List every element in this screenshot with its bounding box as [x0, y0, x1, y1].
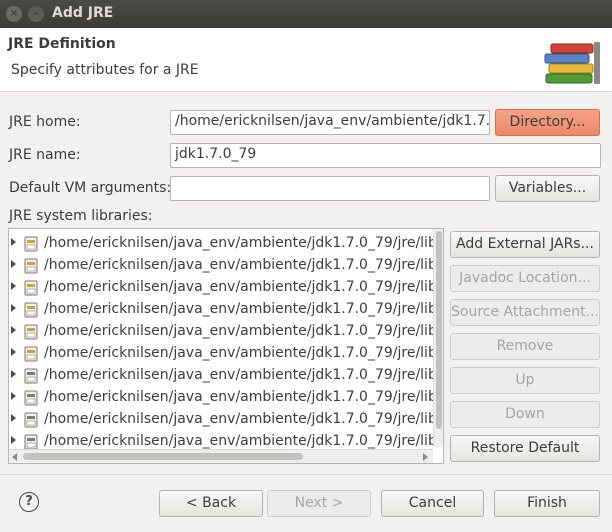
jar-icon [24, 258, 38, 274]
scroll-left-icon[interactable] [12, 453, 17, 461]
restore-default-button[interactable]: Restore Default [450, 435, 600, 462]
vertical-scroll-thumb[interactable] [436, 231, 442, 429]
library-path: /home/ericknilsen/java_env/ambiente/jdk1… [44, 301, 437, 317]
wizard-header: JRE Definition Specify attributes for a … [0, 28, 612, 92]
back-button[interactable]: < Back [159, 490, 263, 517]
next-button[interactable]: Next > [267, 490, 371, 517]
expand-arrow-icon[interactable] [11, 436, 16, 444]
javadoc-location-button[interactable]: Javadoc Location... [450, 265, 600, 292]
library-row[interactable]: /home/ericknilsen/java_env/ambiente/jdk1… [9, 321, 437, 343]
expand-arrow-icon[interactable] [11, 260, 16, 268]
jar-icon [24, 412, 38, 428]
library-row[interactable]: /home/ericknilsen/java_env/ambiente/jdk1… [9, 299, 437, 321]
vm-args-label: Default VM arguments: [9, 180, 172, 196]
libraries-list[interactable]: /home/ericknilsen/java_env/ambiente/jdk1… [8, 228, 444, 464]
library-path: /home/ericknilsen/java_env/ambiente/jdk1… [44, 323, 437, 339]
jre-name-label: JRE name: [9, 147, 81, 163]
library-path: /home/ericknilsen/java_env/ambiente/jdk1… [44, 367, 437, 383]
jar-icon [24, 324, 38, 340]
header-title: JRE Definition [8, 36, 116, 52]
library-row[interactable]: /home/ericknilsen/java_env/ambiente/jdk1… [9, 387, 437, 409]
expand-arrow-icon[interactable] [11, 304, 16, 312]
expand-arrow-icon[interactable] [11, 392, 16, 400]
help-icon[interactable]: ? [19, 492, 39, 512]
jar-icon [24, 302, 38, 318]
library-row[interactable]: /home/ericknilsen/java_env/ambiente/jdk1… [9, 343, 437, 365]
horizontal-scroll-thumb[interactable] [23, 453, 303, 460]
jre-home-label: JRE home: [9, 114, 81, 130]
window-titlebar: × – Add JRE [0, 0, 612, 28]
jar-icon [24, 236, 38, 252]
library-path: /home/ericknilsen/java_env/ambiente/jdk1… [44, 345, 437, 361]
jre-home-input[interactable]: /home/ericknilsen/java_env/ambiente/jdk1… [170, 110, 490, 135]
expand-arrow-icon[interactable] [11, 370, 16, 378]
add-external-jars-button[interactable]: Add External JARs... [450, 231, 600, 258]
down-button[interactable]: Down [450, 401, 600, 428]
source-attachment-button[interactable]: Source Attachment... [450, 299, 600, 326]
jar-icon [24, 346, 38, 362]
jar-icon [24, 390, 38, 406]
variables-button[interactable]: Variables... [495, 175, 600, 202]
library-row[interactable]: /home/ericknilsen/java_env/ambiente/jdk1… [9, 277, 437, 299]
up-button[interactable]: Up [450, 367, 600, 394]
directory-button[interactable]: Directory... [495, 109, 600, 136]
header-description: Specify attributes for a JRE [11, 62, 199, 78]
library-row[interactable]: /home/ericknilsen/java_env/ambiente/jdk1… [9, 255, 437, 277]
finish-button[interactable]: Finish [494, 490, 600, 517]
minimize-icon[interactable]: – [28, 6, 44, 22]
jre-name-input[interactable]: jdk1.7.0_79 [170, 143, 601, 168]
library-row[interactable]: /home/ericknilsen/java_env/ambiente/jdk1… [9, 233, 437, 255]
library-row[interactable]: /home/ericknilsen/java_env/ambiente/jdk1… [9, 365, 437, 387]
footer-separator [0, 474, 612, 475]
library-path: /home/ericknilsen/java_env/ambiente/jdk1… [44, 235, 437, 251]
books-icon [544, 42, 600, 84]
vm-args-input[interactable] [170, 176, 490, 201]
cancel-button[interactable]: Cancel [381, 490, 484, 517]
scroll-right-icon[interactable] [423, 453, 428, 461]
expand-arrow-icon[interactable] [11, 414, 16, 422]
close-icon[interactable]: × [6, 6, 22, 22]
jar-icon [24, 280, 38, 296]
expand-arrow-icon[interactable] [11, 282, 16, 290]
library-row[interactable]: /home/ericknilsen/java_env/ambiente/jdk1… [9, 409, 437, 431]
jar-icon [24, 434, 38, 450]
library-path: /home/ericknilsen/java_env/ambiente/jdk1… [44, 257, 437, 273]
jar-icon [24, 368, 38, 384]
expand-arrow-icon[interactable] [11, 326, 16, 334]
expand-arrow-icon[interactable] [11, 348, 16, 356]
horizontal-scrollbar[interactable] [9, 449, 433, 463]
vertical-scrollbar[interactable] [433, 229, 443, 447]
library-path: /home/ericknilsen/java_env/ambiente/jdk1… [44, 279, 437, 295]
expand-arrow-icon[interactable] [11, 238, 16, 246]
window-title: Add JRE [52, 5, 114, 21]
remove-button[interactable]: Remove [450, 333, 600, 360]
library-path: /home/ericknilsen/java_env/ambiente/jdk1… [44, 433, 437, 449]
library-path: /home/ericknilsen/java_env/ambiente/jdk1… [44, 411, 437, 427]
libraries-label: JRE system libraries: [9, 208, 153, 224]
library-path: /home/ericknilsen/java_env/ambiente/jdk1… [44, 389, 437, 405]
